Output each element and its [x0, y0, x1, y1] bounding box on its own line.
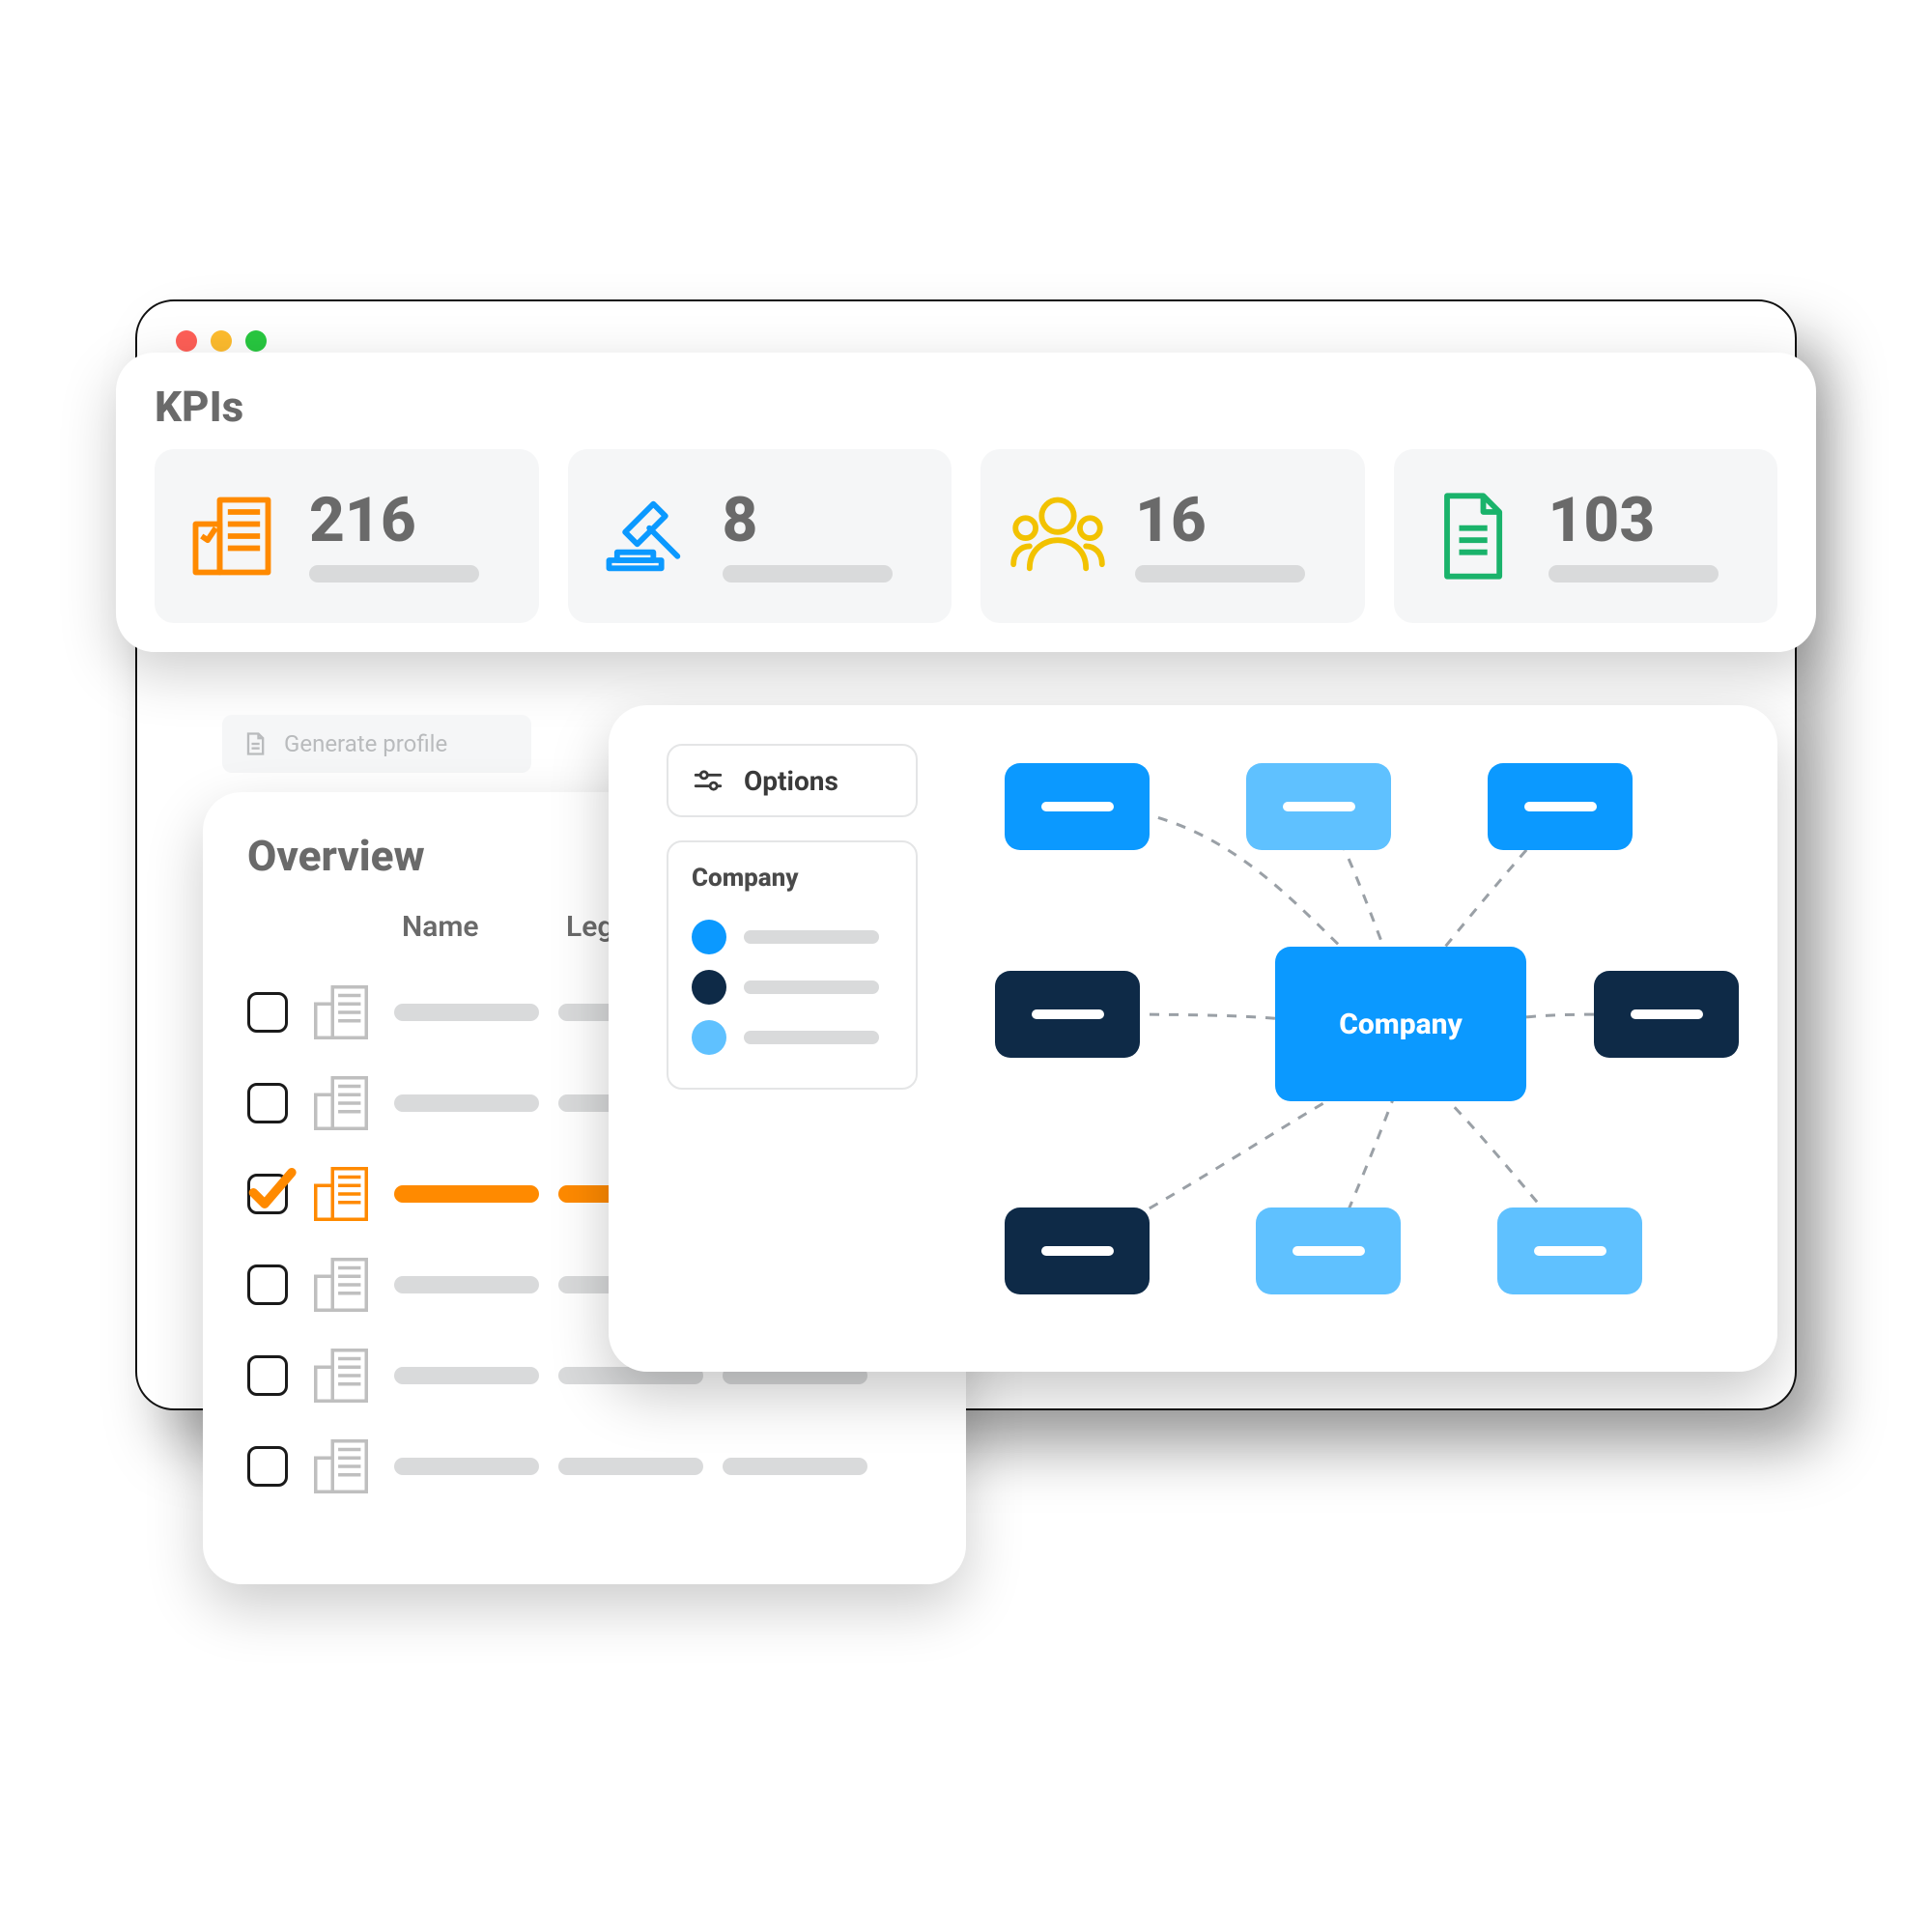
kpi-panel: KPIs 216	[116, 353, 1816, 652]
legend-dot-icon	[692, 920, 726, 954]
building-icon	[184, 488, 280, 584]
building-icon	[307, 979, 375, 1046]
options-button[interactable]: Options	[667, 744, 918, 817]
kpi-subtext-placeholder	[1548, 565, 1719, 582]
entity-graph[interactable]: Company	[937, 724, 1758, 1352]
graph-node[interactable]	[1488, 763, 1633, 850]
row-checkbox[interactable]	[247, 1446, 288, 1487]
cell-placeholder	[394, 1185, 539, 1203]
kpi-title: KPIs	[155, 382, 1777, 432]
building-icon	[307, 1160, 375, 1228]
row-checkbox[interactable]	[247, 1355, 288, 1396]
row-checkbox[interactable]	[247, 1174, 288, 1214]
legend-dot-icon	[692, 1020, 726, 1055]
graph-center-label: Company	[1339, 1008, 1463, 1041]
legend-item[interactable]	[692, 912, 893, 962]
cell-placeholder	[394, 1004, 539, 1021]
graph-node[interactable]	[1005, 1208, 1150, 1294]
cell-placeholder	[723, 1458, 867, 1475]
kpi-tile-legal[interactable]: 8	[568, 449, 952, 623]
kpi-subtext-placeholder	[1135, 565, 1305, 582]
sliders-icon	[692, 764, 724, 797]
row-checkbox[interactable]	[247, 1264, 288, 1305]
window-minimize-icon[interactable]	[211, 330, 232, 352]
kpi-value: 16	[1135, 490, 1336, 552]
kpi-value: 216	[309, 490, 510, 552]
legend-label-placeholder	[744, 1031, 879, 1044]
kpi-subtext-placeholder	[309, 565, 479, 582]
document-icon	[1423, 488, 1520, 584]
graph-node[interactable]	[1497, 1208, 1642, 1294]
window-close-icon[interactable]	[176, 330, 197, 352]
cell-placeholder	[394, 1094, 539, 1112]
gavel-icon	[597, 488, 694, 584]
graph-node[interactable]	[1246, 763, 1391, 850]
legend-label-placeholder	[744, 930, 879, 944]
diagram-legend: Company	[667, 840, 918, 1090]
building-icon	[307, 1251, 375, 1319]
kpi-tile-documents[interactable]: 103	[1394, 449, 1778, 623]
legend-label-placeholder	[744, 980, 879, 994]
building-icon	[307, 1342, 375, 1409]
graph-node-center[interactable]: Company	[1275, 947, 1526, 1101]
diagram-panel: Options Company	[609, 705, 1777, 1372]
cell-placeholder	[394, 1367, 539, 1384]
header-name: Name	[402, 910, 547, 944]
legend-item[interactable]	[692, 1012, 893, 1063]
kpi-value: 8	[723, 490, 923, 552]
kpi-tile-entities[interactable]: 216	[155, 449, 539, 623]
legend-title: Company	[692, 864, 893, 893]
legend-dot-icon	[692, 970, 726, 1005]
checkmark-icon	[244, 1161, 298, 1215]
kpi-value: 103	[1548, 490, 1749, 552]
graph-node[interactable]	[1594, 971, 1739, 1058]
cell-placeholder	[394, 1458, 539, 1475]
cell-placeholder	[558, 1458, 703, 1475]
graph-node[interactable]	[1256, 1208, 1401, 1294]
options-label: Options	[744, 765, 838, 797]
cell-placeholder	[394, 1276, 539, 1293]
document-icon	[242, 730, 269, 757]
graph-node[interactable]	[995, 971, 1140, 1058]
generate-profile-button[interactable]: Generate profile	[222, 715, 531, 773]
window-controls	[176, 330, 267, 352]
legend-item[interactable]	[692, 962, 893, 1012]
row-checkbox[interactable]	[247, 992, 288, 1033]
generate-profile-label: Generate profile	[284, 730, 447, 757]
row-checkbox[interactable]	[247, 1083, 288, 1123]
people-icon	[1009, 488, 1106, 584]
kpi-subtext-placeholder	[723, 565, 893, 582]
building-icon	[307, 1433, 375, 1500]
table-row[interactable]	[247, 1421, 922, 1512]
kpi-tile-people[interactable]: 16	[980, 449, 1365, 623]
building-icon	[307, 1069, 375, 1137]
window-maximize-icon[interactable]	[245, 330, 267, 352]
graph-node[interactable]	[1005, 763, 1150, 850]
